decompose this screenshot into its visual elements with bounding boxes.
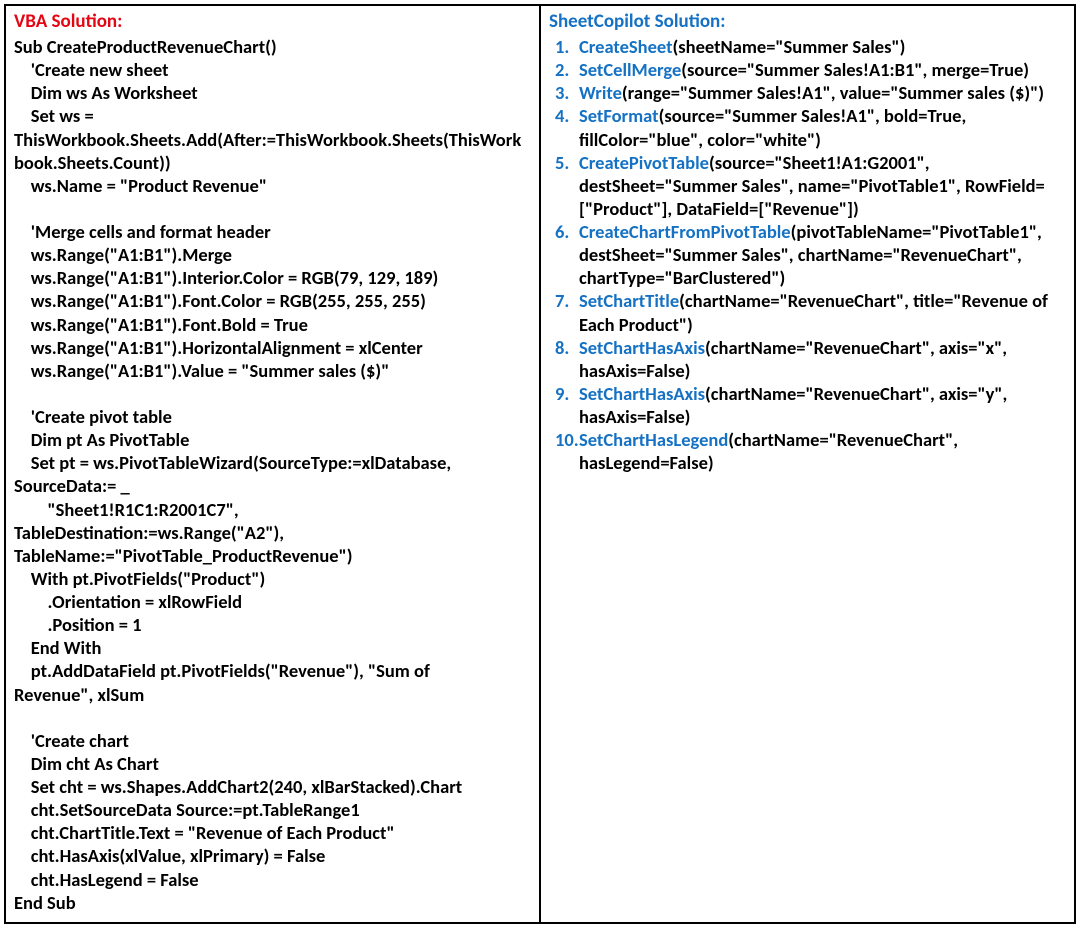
step-body: SetFormat(source="Summer Sales!A1", bold… xyxy=(579,104,1066,150)
step-item: 5.CreatePivotTable(source="Sheet1!A1:G20… xyxy=(549,151,1066,220)
comparison-table: VBA Solution: Sub CreateProductRevenueCh… xyxy=(4,4,1076,924)
step-number: 7. xyxy=(549,289,579,335)
step-number: 5. xyxy=(549,151,579,220)
vba-code-block: Sub CreateProductRevenueChart() 'Create … xyxy=(14,35,531,914)
step-number: 1. xyxy=(549,35,579,58)
step-function-name: CreateSheet xyxy=(579,35,673,58)
step-function-name: SetChartHasLegend xyxy=(579,428,728,451)
steps-list: 1.CreateSheet(sheetName="Summer Sales")2… xyxy=(549,35,1066,474)
step-function-name: SetCellMerge xyxy=(579,58,681,81)
step-function-name: SetChartTitle xyxy=(579,289,679,312)
step-item: 3.Write(range="Summer Sales!A1", value="… xyxy=(549,81,1066,104)
step-item: 8.SetChartHasAxis(chartName="RevenueChar… xyxy=(549,336,1066,382)
step-item: 10.SetChartHasLegend(chartName="RevenueC… xyxy=(549,428,1066,474)
step-item: 4.SetFormat(source="Summer Sales!A1", bo… xyxy=(549,104,1066,150)
step-function-name: SetFormat xyxy=(579,104,659,127)
step-item: 1.CreateSheet(sheetName="Summer Sales") xyxy=(549,35,1066,58)
step-item: 9.SetChartHasAxis(chartName="RevenueChar… xyxy=(549,382,1066,428)
step-number: 10. xyxy=(549,428,579,474)
step-number: 2. xyxy=(549,58,579,81)
step-function-name: CreatePivotTable xyxy=(579,151,709,174)
step-arguments: (source="Summer Sales!A1:B1", merge=True… xyxy=(681,58,1029,81)
step-number: 3. xyxy=(549,81,579,104)
sheetcopilot-title: SheetCopilot Solution: xyxy=(549,10,1066,33)
vba-title: VBA Solution: xyxy=(14,10,531,33)
step-item: 2.SetCellMerge(source="Summer Sales!A1:B… xyxy=(549,58,1066,81)
sheetcopilot-column: SheetCopilot Solution: 1.CreateSheet(she… xyxy=(541,6,1074,922)
step-body: SetCellMerge(source="Summer Sales!A1:B1"… xyxy=(579,58,1066,81)
step-body: CreateChartFromPivotTable(pivotTableName… xyxy=(579,220,1066,289)
step-body: CreateSheet(sheetName="Summer Sales") xyxy=(579,35,1066,58)
step-body: CreatePivotTable(source="Sheet1!A1:G2001… xyxy=(579,151,1066,220)
step-body: Write(range="Summer Sales!A1", value="Su… xyxy=(579,81,1066,104)
step-item: 7.SetChartTitle(chartName="RevenueChart"… xyxy=(549,289,1066,335)
vba-column: VBA Solution: Sub CreateProductRevenueCh… xyxy=(6,6,541,922)
step-body: SetChartTitle(chartName="RevenueChart", … xyxy=(579,289,1066,335)
step-function-name: Write xyxy=(579,81,622,104)
step-number: 9. xyxy=(549,382,579,428)
step-item: 6.CreateChartFromPivotTable(pivotTableNa… xyxy=(549,220,1066,289)
step-number: 4. xyxy=(549,104,579,150)
step-number: 8. xyxy=(549,336,579,382)
step-function-name: CreateChartFromPivotTable xyxy=(579,220,791,243)
step-number: 6. xyxy=(549,220,579,289)
step-arguments: (range="Summer Sales!A1", value="Summer … xyxy=(622,81,1044,104)
step-body: SetChartHasLegend(chartName="RevenueChar… xyxy=(579,428,1066,474)
step-function-name: SetChartHasAxis xyxy=(579,382,705,405)
step-arguments: (sheetName="Summer Sales") xyxy=(673,35,906,58)
step-function-name: SetChartHasAxis xyxy=(579,336,705,359)
step-body: SetChartHasAxis(chartName="RevenueChart"… xyxy=(579,336,1066,382)
step-body: SetChartHasAxis(chartName="RevenueChart"… xyxy=(579,382,1066,428)
